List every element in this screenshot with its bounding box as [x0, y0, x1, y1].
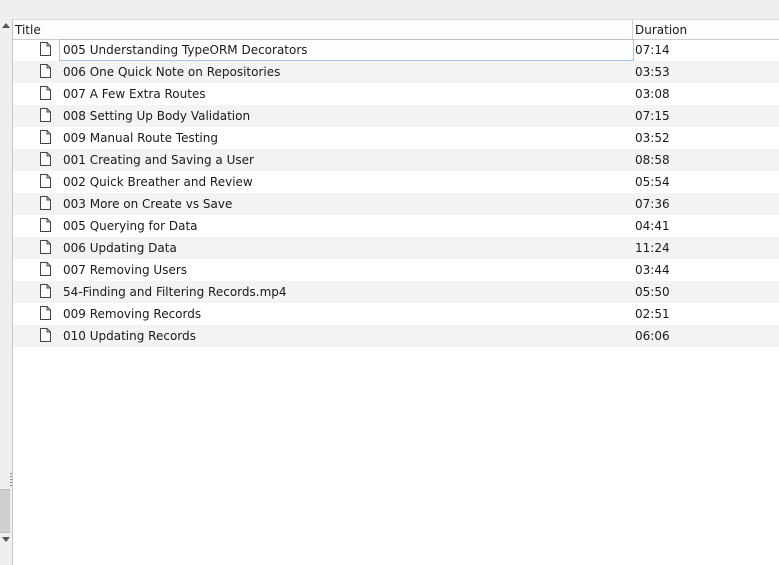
list-item[interactable]: 005 Understanding TypeORM Decorators 07:…	[13, 39, 779, 61]
item-title: 005 Understanding TypeORM Decorators	[63, 43, 308, 57]
list-item[interactable]: 009 Manual Route Testing 03:52	[13, 127, 779, 149]
item-duration: 07:14	[635, 43, 670, 57]
vertical-scrollbar[interactable]	[0, 19, 13, 565]
item-duration: 03:53	[635, 65, 670, 79]
list-item[interactable]: 008 Setting Up Body Validation 07:15	[13, 105, 779, 127]
item-duration: 07:15	[635, 109, 670, 123]
list-item[interactable]: 010 Updating Records 06:06	[13, 325, 779, 347]
playlist: 005 Understanding TypeORM Decorators 07:…	[13, 39, 779, 347]
item-title: 009 Removing Records	[63, 307, 202, 321]
list-item[interactable]: 006 One Quick Note on Repositories 03:53	[13, 61, 779, 83]
list-item[interactable]: 007 A Few Extra Routes 03:08	[13, 83, 779, 105]
item-duration: 07:36	[635, 197, 670, 211]
list-item[interactable]: 001 Creating and Saving a User 08:58	[13, 149, 779, 171]
item-title: 010 Updating Records	[63, 329, 196, 343]
item-title: 002 Quick Breather and Review	[63, 175, 253, 189]
column-divider[interactable]	[632, 20, 633, 39]
item-title: 007 A Few Extra Routes	[63, 87, 206, 101]
file-icon	[40, 262, 51, 276]
arrow-up-icon[interactable]	[2, 23, 10, 28]
list-item[interactable]: 003 More on Create vs Save 07:36	[13, 193, 779, 215]
item-duration: 11:24	[635, 241, 670, 255]
item-title: 54-Finding and Filtering Records.mp4	[63, 285, 287, 299]
scroll-thumb[interactable]	[0, 489, 10, 533]
item-title: 001 Creating and Saving a User	[63, 153, 254, 167]
file-icon	[40, 86, 51, 100]
top-toolbar-strip	[0, 0, 779, 19]
file-icon	[40, 284, 51, 298]
item-title: 008 Setting Up Body Validation	[63, 109, 251, 123]
file-icon	[40, 218, 51, 232]
file-icon	[40, 130, 51, 144]
list-item[interactable]: 002 Quick Breather and Review 05:54	[13, 171, 779, 193]
list-item[interactable]: 005 Querying for Data 04:41	[13, 215, 779, 237]
item-title: 007 Removing Users	[63, 263, 188, 277]
list-item[interactable]: 009 Removing Records 02:51	[13, 303, 779, 325]
item-title: 006 Updating Data	[63, 241, 177, 255]
item-duration: 03:52	[635, 131, 670, 145]
file-icon	[40, 42, 51, 56]
file-icon	[40, 306, 51, 320]
list-item[interactable]: 007 Removing Users 03:44	[13, 259, 779, 281]
item-duration: 03:08	[635, 87, 670, 101]
list-item[interactable]: 54-Finding and Filtering Records.mp4 05:…	[13, 281, 779, 303]
item-duration: 05:54	[635, 175, 670, 189]
item-duration: 04:41	[635, 219, 670, 233]
item-duration: 03:44	[635, 263, 670, 277]
column-header-title[interactable]: Title	[15, 23, 41, 37]
file-icon	[40, 152, 51, 166]
file-icon	[40, 108, 51, 122]
item-duration: 08:58	[635, 153, 670, 167]
file-icon	[40, 64, 51, 78]
item-duration: 02:51	[635, 307, 670, 321]
item-duration: 06:06	[635, 329, 670, 343]
file-icon	[40, 174, 51, 188]
item-title: 009 Manual Route Testing	[63, 131, 218, 145]
column-header-duration[interactable]: Duration	[635, 23, 687, 37]
file-icon	[40, 196, 51, 210]
item-title: 003 More on Create vs Save	[63, 197, 233, 211]
file-icon	[40, 240, 51, 254]
item-title: 005 Querying for Data	[63, 219, 198, 233]
file-icon	[40, 328, 51, 342]
list-item[interactable]: 006 Updating Data 11:24	[13, 237, 779, 259]
scroll-grip[interactable]	[10, 473, 12, 487]
list-header: Title Duration	[13, 19, 779, 40]
item-duration: 05:50	[635, 285, 670, 299]
arrow-down-icon[interactable]	[2, 537, 10, 542]
item-title: 006 One Quick Note on Repositories	[63, 65, 281, 79]
